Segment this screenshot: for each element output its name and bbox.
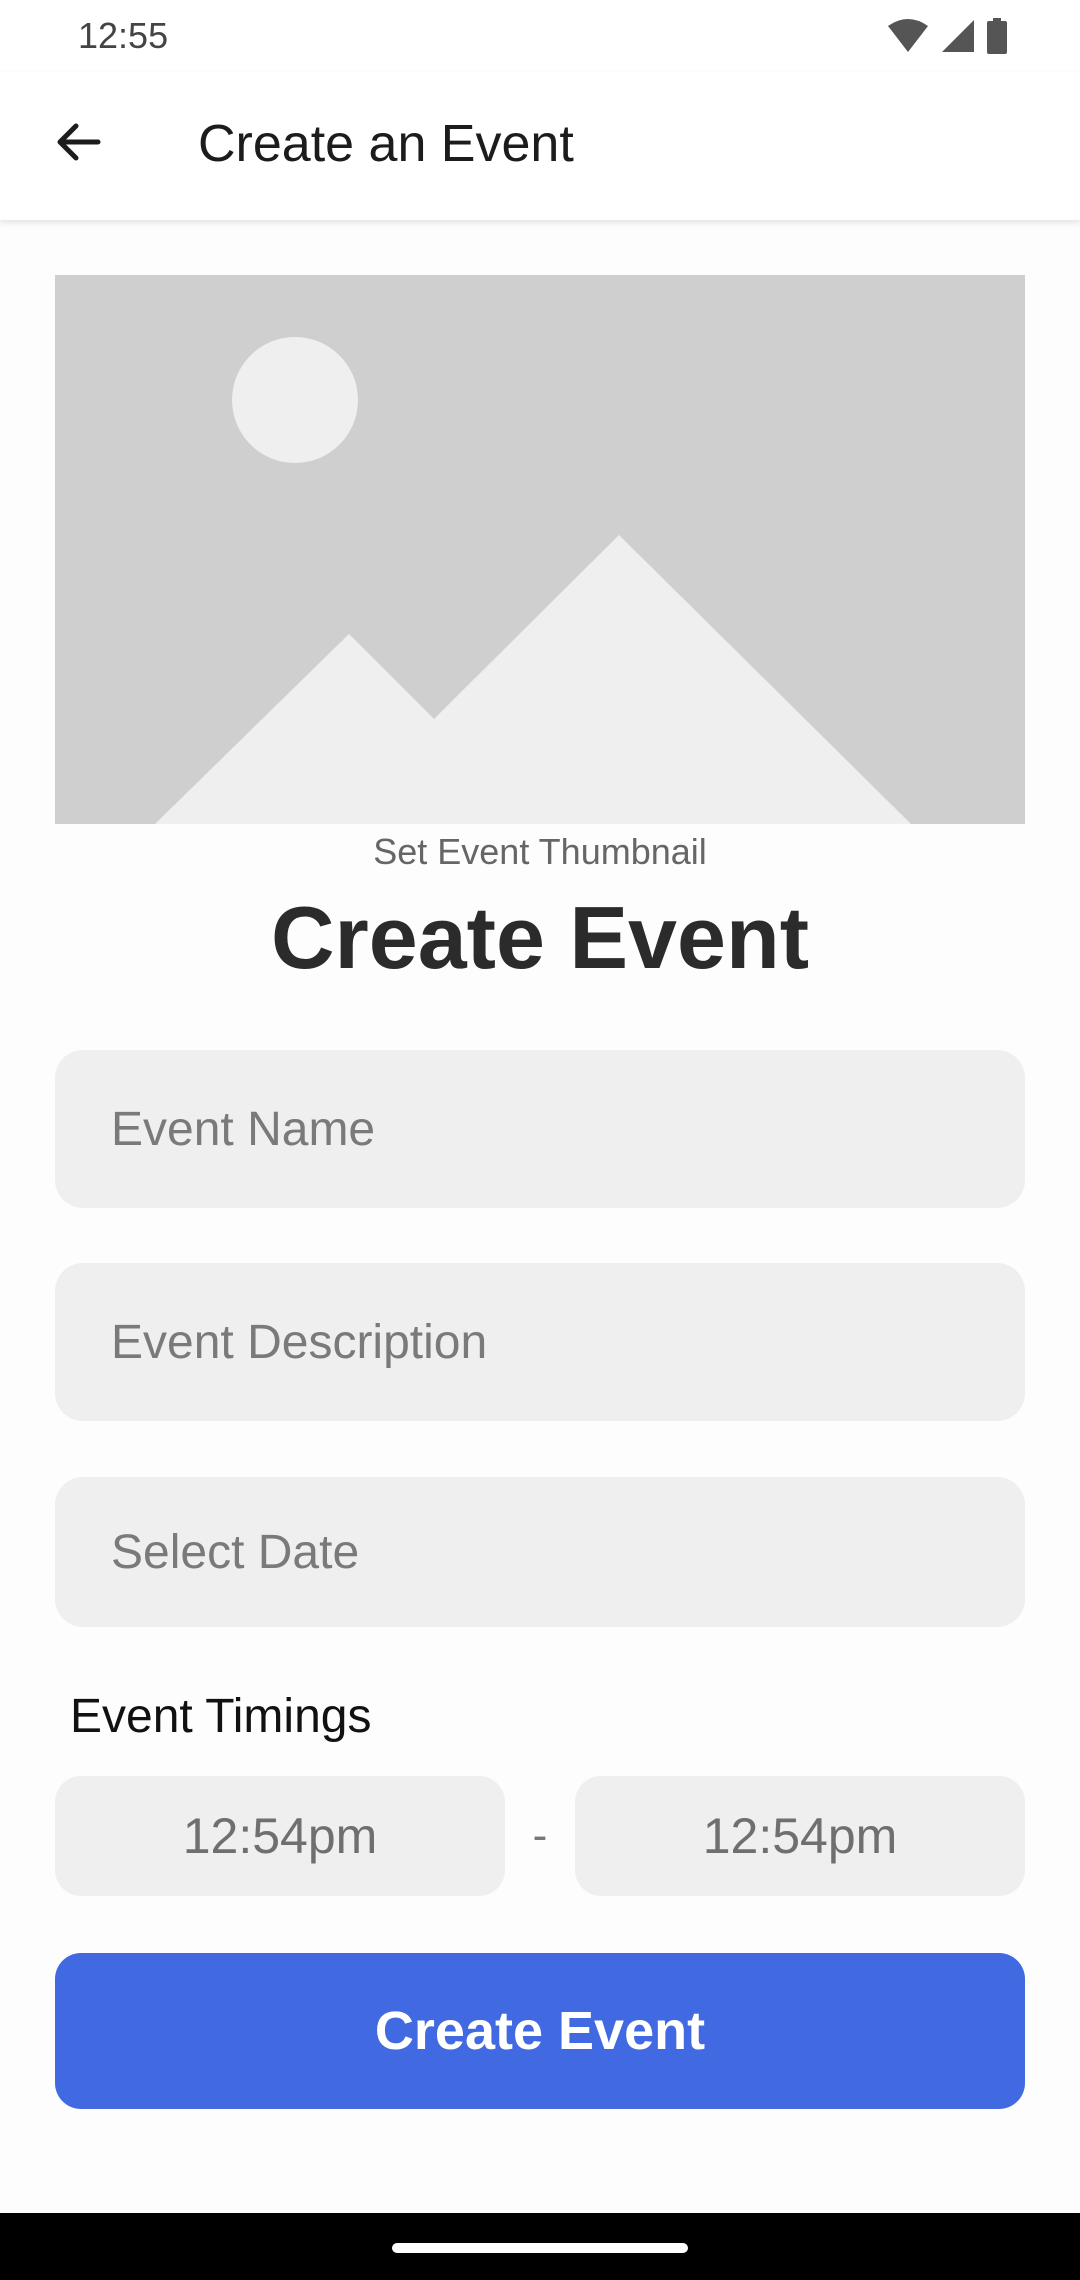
event-description-placeholder: Event Description xyxy=(111,1315,488,1369)
arrow-back-icon xyxy=(54,118,102,171)
status-time: 12:55 xyxy=(78,15,169,56)
end-time-value: 12:54pm xyxy=(702,1808,898,1864)
select-date-field[interactable]: Select Date xyxy=(55,1477,1025,1627)
set-thumbnail-label[interactable]: Set Event Thumbnail xyxy=(0,828,1080,876)
create-event-button-label: Create Event xyxy=(374,2001,706,2061)
start-time-value: 12:54pm xyxy=(182,1808,378,1864)
end-time-picker[interactable]: 12:54pm xyxy=(575,1776,1025,1896)
time-separator: - xyxy=(532,1811,548,1860)
create-event-button[interactable]: Create Event xyxy=(55,1953,1025,2109)
event-name-placeholder: Event Name xyxy=(111,1102,376,1156)
home-indicator[interactable] xyxy=(392,2243,688,2253)
wifi-icon xyxy=(886,18,930,59)
app-bar: Create an Event xyxy=(0,72,1080,220)
page-title: Create an Event xyxy=(198,115,574,173)
image-placeholder-icon xyxy=(55,275,1025,824)
select-date-placeholder: Select Date xyxy=(111,1525,360,1579)
event-description-field[interactable]: Event Description xyxy=(55,1263,1025,1421)
form-heading: Create Event xyxy=(270,888,809,987)
event-timings-label: Event Timings xyxy=(70,1690,372,1743)
status-icons xyxy=(886,18,1008,59)
status-bar: 12:55 xyxy=(0,0,1080,72)
start-time-picker[interactable]: 12:54pm xyxy=(55,1776,505,1896)
event-thumbnail[interactable] xyxy=(55,275,1025,824)
navigation-bar xyxy=(0,2213,1080,2280)
signal-icon xyxy=(940,18,976,59)
battery-icon xyxy=(986,18,1008,59)
back-button[interactable] xyxy=(40,106,116,182)
event-name-field[interactable]: Event Name xyxy=(55,1050,1025,1208)
